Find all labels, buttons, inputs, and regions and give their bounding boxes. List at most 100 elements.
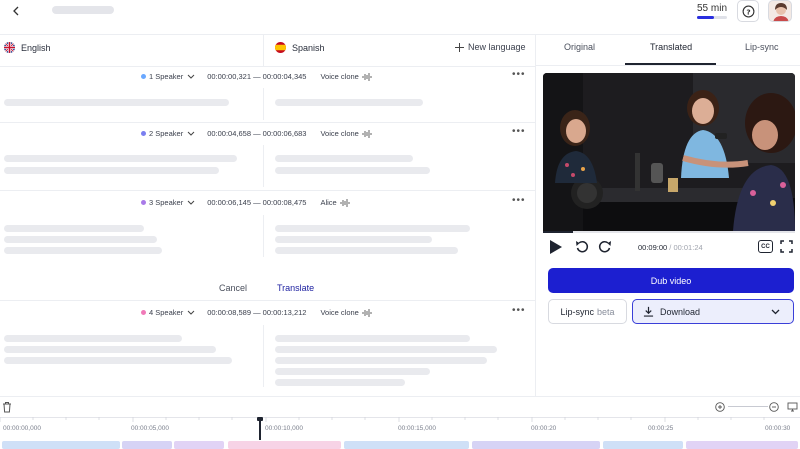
- spain-flag-icon: [275, 42, 286, 53]
- speaker-label: 2 Speaker: [149, 129, 184, 138]
- timeline-ticks: [0, 417, 765, 422]
- target-language[interactable]: Spanish: [275, 42, 325, 53]
- timeline-segment[interactable]: [122, 441, 172, 449]
- segment-meta: 3 Speaker 00:00:06,145 — 00:00:08,475 Al…: [141, 198, 350, 207]
- target-text-placeholder: [275, 335, 470, 342]
- playhead[interactable]: [259, 418, 261, 440]
- chevron-down-icon: [187, 131, 195, 136]
- timeline-label: 00:00:25: [648, 425, 674, 432]
- voice-select[interactable]: Voice clone: [320, 308, 372, 317]
- video-progress-bar[interactable]: [543, 231, 795, 233]
- segment-time: 00:00:06,145 — 00:00:08,475: [207, 198, 307, 207]
- timeline-segment[interactable]: [472, 441, 600, 449]
- timeline-segment[interactable]: [686, 441, 798, 449]
- source-text-placeholder: [4, 335, 182, 342]
- more-options-button[interactable]: •••: [512, 69, 526, 80]
- tab-lipsync[interactable]: Lip-sync: [745, 42, 779, 52]
- target-text-placeholder: [275, 357, 487, 364]
- new-language-button[interactable]: New language: [455, 42, 526, 52]
- speaker-select[interactable]: 2 Speaker: [141, 129, 195, 138]
- forward-icon: [598, 240, 611, 253]
- download-icon: [643, 306, 654, 317]
- forward-button[interactable]: [597, 239, 613, 255]
- segment-time: 00:00:00,321 — 00:00:04,345: [207, 72, 307, 81]
- back-button[interactable]: [8, 3, 24, 19]
- help-button[interactable]: ?: [737, 0, 759, 22]
- zoom-out-icon: [768, 401, 779, 412]
- timeline-label: 00:00:00,000: [3, 425, 41, 432]
- tab-translated[interactable]: Translated: [650, 42, 692, 52]
- target-language-label: Spanish: [292, 42, 325, 53]
- beta-badge: beta: [596, 306, 615, 317]
- speaker-select[interactable]: 1 Speaker: [141, 72, 195, 81]
- trash-icon: [3, 401, 11, 412]
- source-language[interactable]: English: [4, 42, 51, 53]
- timeline-segment[interactable]: [2, 441, 120, 449]
- svg-text:?: ?: [746, 7, 750, 16]
- source-text-placeholder: [4, 167, 219, 174]
- project-title-placeholder: [52, 6, 114, 14]
- voice-select[interactable]: Voice clone: [320, 129, 372, 138]
- speaker-select[interactable]: 3 Speaker: [141, 198, 195, 207]
- tab-original[interactable]: Original: [564, 42, 595, 52]
- more-options-button[interactable]: •••: [512, 126, 526, 137]
- segment-time: 00:00:08,589 — 00:00:13,212: [207, 308, 307, 317]
- video-frame[interactable]: [543, 73, 795, 231]
- captions-button[interactable]: CC: [758, 240, 773, 253]
- more-options-button[interactable]: •••: [512, 195, 526, 206]
- target-text-placeholder: [275, 379, 405, 386]
- speaker-label: 4 Speaker: [149, 308, 184, 317]
- timeline-label: 00:00:10,000: [265, 425, 303, 432]
- lipsync-button[interactable]: Lip-sync beta: [548, 299, 627, 324]
- target-text-placeholder: [275, 236, 432, 243]
- speaker-color-dot: [141, 200, 146, 205]
- segment-meta: 4 Speaker 00:00:08,589 — 00:00:13,212 Vo…: [141, 308, 372, 317]
- source-language-label: English: [21, 42, 51, 53]
- playhead-handle[interactable]: [257, 417, 263, 421]
- timeline-segment[interactable]: [228, 441, 341, 449]
- segment-time: 00:00:04,658 — 00:00:06,683: [207, 129, 307, 138]
- chevron-down-icon: [187, 200, 195, 205]
- target-text-placeholder: [275, 225, 470, 232]
- download-button[interactable]: Download: [632, 299, 794, 324]
- timeline-label: 00:00:20: [531, 425, 557, 432]
- segment-meta: 2 Speaker 00:00:04,658 — 00:00:06,683 Vo…: [141, 129, 372, 138]
- zoom-in-button[interactable]: [714, 401, 725, 412]
- more-options-button[interactable]: •••: [512, 305, 526, 316]
- speaker-select[interactable]: 4 Speaker: [141, 308, 195, 317]
- translate-button[interactable]: Translate: [277, 283, 314, 293]
- waveform-icon: [362, 129, 372, 138]
- waveform-icon: [340, 198, 350, 207]
- source-text-placeholder: [4, 236, 157, 243]
- fullscreen-button[interactable]: [779, 239, 794, 254]
- source-text-placeholder: [4, 346, 216, 353]
- delete-button[interactable]: [1, 400, 13, 413]
- zoom-slider[interactable]: [728, 406, 768, 407]
- total-time: / 00:01:24: [669, 243, 703, 252]
- fullscreen-icon: [780, 240, 793, 253]
- cc-icon: CC: [761, 243, 770, 250]
- zoom-in-icon: [714, 401, 725, 412]
- source-text-placeholder: [4, 225, 144, 232]
- timeline-settings-button[interactable]: [786, 401, 798, 412]
- dub-video-button[interactable]: Dub video: [548, 268, 794, 293]
- rewind-button[interactable]: [574, 239, 590, 255]
- duration-label: 55 min: [697, 3, 728, 14]
- timeline-segment[interactable]: [603, 441, 683, 449]
- timeline-label: 00:00:15,000: [398, 425, 436, 432]
- user-avatar[interactable]: [768, 0, 792, 22]
- target-text-placeholder: [275, 167, 430, 174]
- target-text-placeholder: [275, 155, 413, 162]
- timeline-segment[interactable]: [344, 441, 469, 449]
- play-button[interactable]: [547, 238, 565, 256]
- chevron-down-icon: [187, 310, 195, 315]
- cancel-button[interactable]: Cancel: [219, 283, 247, 293]
- speaker-color-dot: [141, 131, 146, 136]
- timeline-segment[interactable]: [174, 441, 224, 449]
- source-text-placeholder: [4, 99, 229, 106]
- target-text-placeholder: [275, 247, 458, 254]
- zoom-out-button[interactable]: [768, 401, 779, 412]
- voice-select[interactable]: Voice clone: [320, 72, 372, 81]
- source-text-placeholder: [4, 357, 232, 364]
- voice-select[interactable]: Alice: [320, 198, 350, 207]
